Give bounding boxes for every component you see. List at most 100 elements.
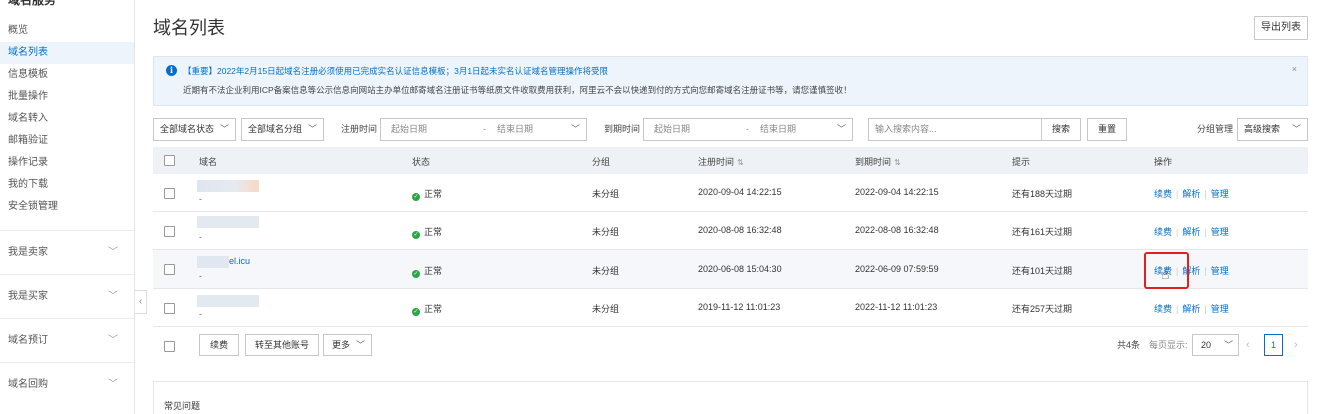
exp-end-date[interactable]: 结束日期 — [760, 119, 796, 140]
close-icon[interactable]: × — [1292, 64, 1297, 74]
hint-cell: 还有101天过期 — [1012, 266, 1073, 276]
sidebar-item-op-log[interactable]: 操作记录 — [0, 152, 134, 174]
sidebar-group-label: 域名预订 — [8, 335, 48, 346]
sidebar-item-info-template[interactable]: 信息模板 — [0, 64, 134, 86]
exp-time-label: 到期时间 — [604, 124, 641, 134]
manage-link[interactable]: 管理 — [1211, 189, 1229, 199]
status-text: 正常 — [424, 227, 443, 237]
row-checkbox[interactable] — [164, 226, 175, 237]
transfer-account-button[interactable]: 转至其他账号 — [245, 334, 319, 356]
page-title: 域名列表 — [153, 18, 225, 38]
col-exp-time[interactable]: 到期时间 ⇅ — [855, 155, 901, 168]
reg-end-date[interactable]: 结束日期 — [497, 119, 533, 140]
col-domain: 域名 — [199, 157, 218, 167]
sidebar: 域名服务 概览 域名列表 信息模板 批量操作 域名转入 邮箱验证 操作记录 我的… — [0, 0, 135, 414]
next-page-button[interactable]: › — [1294, 334, 1298, 356]
check-circle-icon: ✓ — [412, 270, 420, 278]
exp-time-cell: 2022-06-09 07:59:59 — [855, 264, 939, 274]
status-text: 正常 — [424, 304, 443, 314]
sidebar-item-batch[interactable]: 批量操作 — [0, 86, 134, 108]
select-all-checkbox[interactable] — [164, 155, 175, 166]
resolve-link[interactable]: 解析 — [1182, 189, 1200, 199]
prev-page-button[interactable]: ‹ — [1246, 334, 1250, 356]
domain-name-link[interactable]: el.icu — [229, 256, 250, 266]
sidebar-group-buyback[interactable]: 域名回购 ﹀ — [0, 362, 134, 406]
sidebar-item-transfer-in[interactable]: 域名转入 — [0, 108, 134, 130]
resolve-link[interactable]: 解析 — [1182, 304, 1200, 314]
col-status: 状态 — [412, 157, 431, 167]
group-manage-link[interactable]: 分组管理 — [1197, 118, 1233, 141]
search-button[interactable]: 搜索 — [1041, 118, 1081, 141]
per-page-label: 每页显示: — [1149, 340, 1188, 350]
check-circle-icon: ✓ — [412, 231, 420, 239]
col-group: 分组 — [592, 157, 611, 167]
reg-time-cell: 2020-08-08 16:32:48 — [698, 225, 782, 235]
group-filter-value: 全部域名分组 — [248, 124, 303, 134]
chevron-down-icon: ﹀ — [108, 247, 118, 258]
more-label: 更多 — [332, 340, 351, 350]
reg-time-cell: 2020-09-04 14:22:15 — [698, 187, 782, 197]
actions-cell: 续费 | 解析 | 管理 — [1154, 227, 1229, 237]
renew-link[interactable]: 续费 — [1154, 304, 1172, 314]
sidebar-group-label: 我是卖家 — [8, 247, 48, 258]
table-row: - ✓ 正常 未分组 2019-11-12 11:01:23 2022-11-12… — [153, 289, 1308, 327]
domain-sub: - — [199, 232, 202, 242]
search-input[interactable]: 输入搜索内容... — [868, 118, 1042, 141]
reset-button[interactable]: 重置 — [1087, 118, 1127, 141]
exp-time-cell: 2022-08-08 16:32:48 — [855, 225, 939, 235]
batch-renew-button[interactable]: 续费 — [199, 334, 239, 356]
renew-link[interactable]: 续费 — [1154, 227, 1172, 237]
col-hint: 提示 — [1012, 157, 1031, 167]
advanced-search-button[interactable]: 高级搜索 ﹀ — [1237, 118, 1308, 141]
page-1-button[interactable]: 1 — [1264, 334, 1283, 356]
row-checkbox[interactable] — [164, 264, 175, 275]
exp-date-range[interactable]: 起始日期 - 结束日期 ﹀ — [643, 118, 853, 141]
range-separator: - — [483, 124, 486, 134]
domain-name-redacted[interactable] — [197, 295, 259, 307]
reg-date-range[interactable]: 起始日期 - 结束日期 ﹀ — [380, 118, 587, 141]
sidebar-item-downloads[interactable]: 我的下载 — [0, 174, 134, 196]
sort-icon[interactable]: ⇅ — [737, 158, 744, 167]
row-checkbox[interactable] — [164, 188, 175, 199]
domain-name-redacted[interactable] — [197, 216, 259, 228]
col-reg-time[interactable]: 注册时间 ⇅ — [698, 155, 744, 168]
range-separator: - — [746, 124, 749, 134]
reg-start-date[interactable]: 起始日期 — [391, 119, 427, 140]
domain-sub: - — [199, 194, 202, 204]
domain-name-redacted[interactable] — [197, 256, 229, 268]
chevron-down-icon: ﹀ — [307, 124, 317, 134]
chevron-down-icon: ﹀ — [1291, 124, 1301, 134]
status-filter-value: 全部域名状态 — [160, 124, 215, 134]
sidebar-group-preorder[interactable]: 域名预订 ﹀ — [0, 318, 134, 362]
sidebar-item-overview[interactable]: 概览 — [0, 20, 134, 42]
renew-link[interactable]: 续费 — [1154, 189, 1172, 199]
group-filter-select[interactable]: 全部域名分组 ﹀ — [241, 118, 324, 141]
reg-time-cell: 2020-06-08 15:04:30 — [698, 264, 782, 274]
per-page-select[interactable]: 20 ﹀ — [1192, 334, 1239, 356]
sidebar-item-email-verify[interactable]: 邮箱验证 — [0, 130, 134, 152]
row-checkbox[interactable] — [164, 303, 175, 314]
exp-start-date[interactable]: 起始日期 — [654, 119, 690, 140]
export-list-button[interactable]: 导出列表 — [1254, 16, 1308, 40]
domain-name-redacted[interactable] — [197, 180, 259, 192]
reg-time-cell: 2019-11-12 11:01:23 — [698, 302, 781, 312]
manage-link[interactable]: 管理 — [1211, 304, 1229, 314]
manage-link[interactable]: 管理 — [1211, 227, 1229, 237]
sidebar-collapse-button[interactable]: ‹ — [135, 290, 147, 314]
hand-cursor-icon: ☝ — [1161, 266, 1170, 282]
status-filter-select[interactable]: 全部域名状态 ﹀ — [153, 118, 236, 141]
sidebar-group-buyer[interactable]: 我是买家 ﹀ — [0, 274, 134, 318]
exp-time-cell: 2022-11-12 11:01:23 — [855, 302, 938, 312]
faq-title: 常见问题 — [164, 401, 201, 411]
footer-select-all-checkbox[interactable] — [164, 341, 175, 352]
manage-link[interactable]: 管理 — [1211, 266, 1229, 276]
sidebar-item-security-lock[interactable]: 安全锁管理 — [0, 196, 134, 218]
group-cell: 未分组 — [592, 266, 620, 276]
resolve-link[interactable]: 解析 — [1182, 227, 1200, 237]
info-icon: i — [166, 65, 177, 76]
sidebar-group-seller[interactable]: 我是卖家 ﹀ — [0, 230, 134, 274]
sidebar-item-domain-list[interactable]: 域名列表 — [0, 42, 134, 64]
sort-icon[interactable]: ⇅ — [894, 158, 901, 167]
more-dropdown[interactable]: 更多 ﹀ — [323, 334, 372, 356]
table-header: 域名 状态 分组 注册时间 ⇅ 到期时间 ⇅ 提示 操作 — [153, 147, 1308, 174]
